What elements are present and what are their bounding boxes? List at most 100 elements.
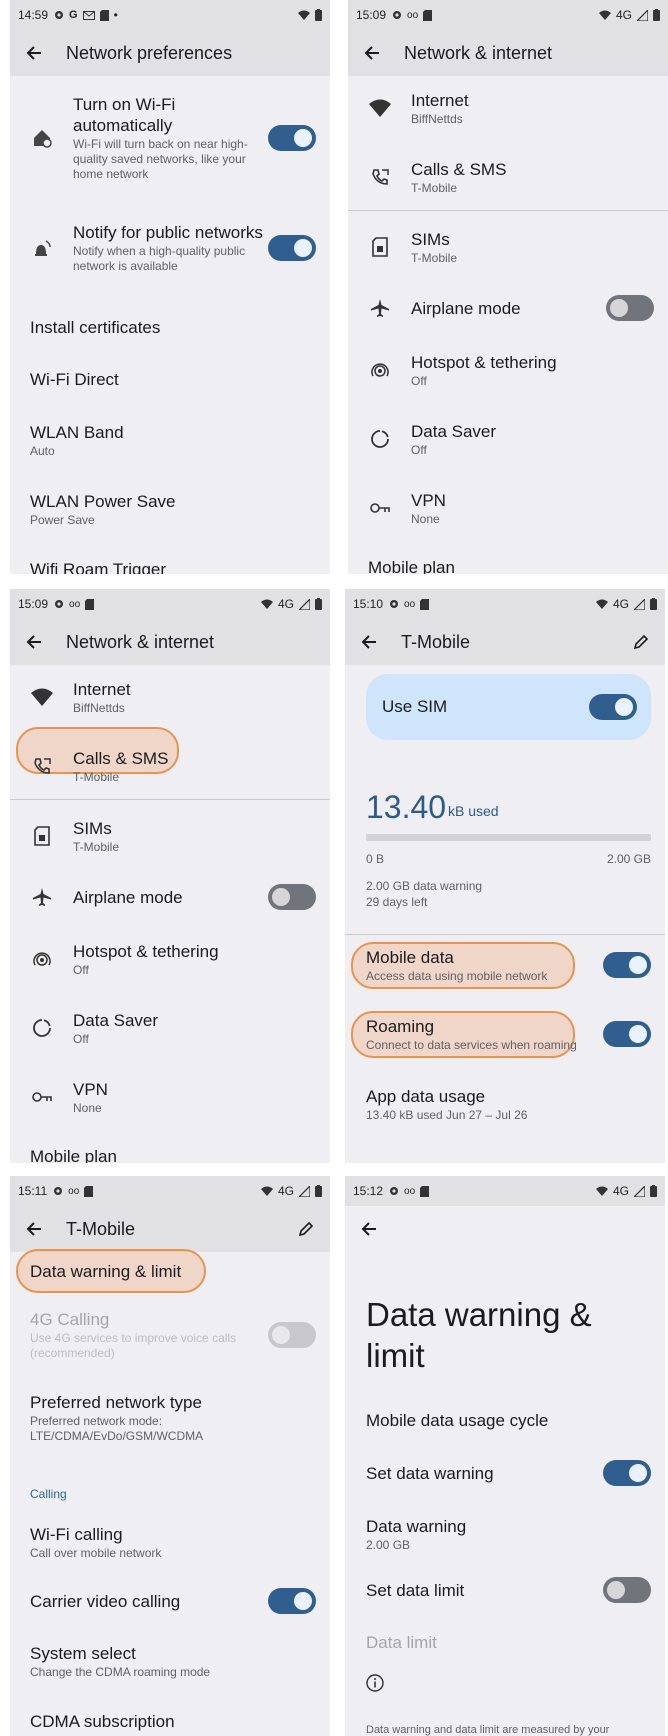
back-arrow-icon[interactable] — [24, 632, 44, 652]
hotspot-row[interactable]: Hotspot & tethering Off — [348, 350, 668, 390]
vpn-sub: None — [411, 511, 440, 526]
sdcard-icon — [423, 9, 433, 21]
page-title: T-Mobile — [401, 631, 471, 652]
mobile-data-row[interactable]: Mobile data Access data using mobile netw… — [345, 945, 665, 985]
wifi-direct-row[interactable]: Wi-Fi Direct — [10, 364, 330, 394]
preferred-network-sub: Preferred network mode: LTE/CDMA/EvDo/GS… — [30, 1414, 204, 1443]
notify-public-row[interactable]: Notify for public networks Notify when a… — [10, 210, 330, 285]
airplane-mode-row[interactable]: Airplane mode — [10, 882, 330, 912]
mobile-data-toggle[interactable] — [603, 952, 651, 978]
internet-row[interactable]: Internet BiffNettds — [10, 677, 330, 717]
calls-sms-sub: T-Mobile — [73, 769, 120, 784]
sdcard-icon — [85, 598, 95, 610]
large-page-title: Data warning & limit — [366, 1296, 592, 1374]
back-arrow-icon[interactable] — [24, 1219, 44, 1239]
home-wifi-icon — [30, 126, 54, 150]
wifi-icon — [30, 685, 54, 709]
wifi-roam-trigger-row[interactable]: Wifi Roam Trigger — [10, 557, 330, 575]
back-arrow-icon[interactable] — [362, 43, 382, 63]
back-arrow-icon[interactable] — [359, 632, 379, 652]
airplane-mode-toggle[interactable] — [606, 295, 654, 321]
mobile-plan-row[interactable]: Mobile plan — [348, 555, 668, 575]
4g-calling-toggle — [268, 1322, 316, 1348]
app-data-usage-sub: 13.40 kB used Jun 27 – Jul 26 — [366, 1107, 528, 1122]
vpn-row[interactable]: VPN None — [10, 1077, 330, 1117]
google-icon: G — [69, 9, 78, 21]
set-data-limit-row[interactable]: Set data limit — [345, 1575, 665, 1605]
sim-card-icon — [30, 824, 54, 848]
data-limit-row: Data limit — [345, 1628, 665, 1656]
sims-row[interactable]: SIMs T-Mobile — [348, 227, 668, 267]
back-arrow-icon[interactable] — [24, 43, 44, 63]
install-certificates-row[interactable]: Install certificates — [10, 312, 330, 342]
data-warning-row[interactable]: Data warning 2.00 GB — [345, 1514, 665, 1554]
hotspot-sub: Off — [73, 962, 89, 977]
battery-icon — [650, 1185, 657, 1197]
wlan-band-row[interactable]: WLAN Band Auto — [10, 420, 330, 460]
wifi-calling-sub: Call over mobile network — [30, 1545, 162, 1560]
app-data-usage-row[interactable]: App data usage 13.40 kB used Jun 27 – Jul… — [345, 1084, 665, 1124]
system-select-row[interactable]: System select Change the CDMA roaming mod… — [10, 1641, 330, 1681]
edit-pencil-icon[interactable] — [296, 1219, 316, 1239]
internet-row[interactable]: Internet BiffNettds — [348, 88, 668, 128]
set-data-warning-row[interactable]: Set data warning — [345, 1458, 665, 1488]
set-data-limit-toggle[interactable] — [603, 1577, 651, 1603]
hotspot-icon — [30, 947, 54, 971]
mobile-data-sub: Access data using mobile network — [366, 968, 548, 983]
carrier-video-toggle[interactable] — [268, 1588, 316, 1614]
cell-signal-icon — [637, 9, 648, 21]
wifi-auto-toggle[interactable] — [268, 125, 316, 151]
network-type: 4G — [277, 597, 294, 611]
airplane-mode-toggle[interactable] — [268, 884, 316, 910]
usage-cycle-row[interactable]: Mobile data usage cycle — [345, 1406, 665, 1434]
status-time: 15:11 — [18, 1184, 48, 1198]
status-time: 15:09 — [356, 8, 387, 22]
roaming-row[interactable]: Roaming Connect to data services when roa… — [345, 1014, 665, 1054]
data-saver-label: Data Saver — [411, 421, 497, 441]
back-arrow-icon[interactable] — [359, 1219, 379, 1239]
vpn-row[interactable]: VPN None — [348, 488, 668, 528]
settings-icon — [54, 1187, 63, 1195]
wifi-signal-icon — [598, 10, 611, 20]
page-title: Network preferences — [66, 42, 233, 63]
airplane-mode-row[interactable]: Airplane mode — [348, 293, 668, 323]
data-warning-limit-label: Data warning & limit — [30, 1261, 182, 1281]
cdma-subscription-row[interactable]: CDMA subscription — [10, 1709, 330, 1733]
calls-sms-row[interactable]: Calls & SMS T-Mobile — [10, 746, 330, 786]
wlan-power-save-row[interactable]: WLAN Power Save Power Save — [10, 489, 330, 529]
divider — [348, 210, 668, 211]
use-sim-card[interactable]: Use SIM — [366, 674, 651, 740]
sims-row[interactable]: SIMs T-Mobile — [10, 816, 330, 856]
data-saver-row[interactable]: Data Saver Off — [10, 1008, 330, 1048]
days-left: 29 days left — [366, 895, 428, 909]
wifi-auto-row[interactable]: Turn on Wi-Fi automatically Wi-Fi will t… — [10, 92, 330, 184]
hotspot-label: Hotspot & tethering — [411, 352, 557, 372]
vpn-label: VPN — [411, 490, 446, 510]
voicemail-icon: oo — [404, 598, 416, 610]
wifi-calling-row[interactable]: Wi-Fi calling Call over mobile network — [10, 1522, 330, 1562]
screen-network-preferences: 14:59 G • Network preferences Turn on Wi… — [10, 0, 330, 574]
notify-public-toggle[interactable] — [268, 234, 316, 261]
data-warning-limit-row[interactable]: Data warning & limit — [10, 1258, 330, 1284]
hotspot-row[interactable]: Hotspot & tethering Off — [10, 939, 330, 979]
data-saver-row[interactable]: Data Saver Off — [348, 419, 668, 459]
data-saver-icon — [368, 427, 392, 451]
app-bar: T-Mobile — [10, 1206, 330, 1252]
install-certificates-label: Install certificates — [30, 317, 161, 337]
app-bar — [345, 1206, 665, 1252]
carrier-video-row[interactable]: Carrier video calling — [10, 1586, 330, 1616]
set-data-warning-toggle[interactable] — [603, 1460, 651, 1486]
use-sim-toggle[interactable] — [589, 694, 637, 720]
airplane-icon — [30, 885, 54, 909]
footer-text: Data warning and data limit are measured… — [366, 1724, 610, 1736]
wifi-signal-icon — [595, 1186, 608, 1196]
edit-pencil-icon[interactable] — [631, 632, 651, 652]
wifi-auto-sub: Wi-Fi will turn back on near high-qualit… — [73, 137, 248, 181]
preferred-network-row[interactable]: Preferred network type Preferred network … — [10, 1393, 330, 1443]
calls-sms-row[interactable]: Calls & SMS T-Mobile — [348, 157, 668, 197]
settings-icon — [390, 1187, 399, 1195]
usage-cycle-label: Mobile data usage cycle — [366, 1410, 549, 1430]
roaming-toggle[interactable] — [603, 1021, 651, 1047]
vpn-label: VPN — [73, 1079, 108, 1099]
mobile-plan-row[interactable]: Mobile plan — [10, 1144, 330, 1164]
